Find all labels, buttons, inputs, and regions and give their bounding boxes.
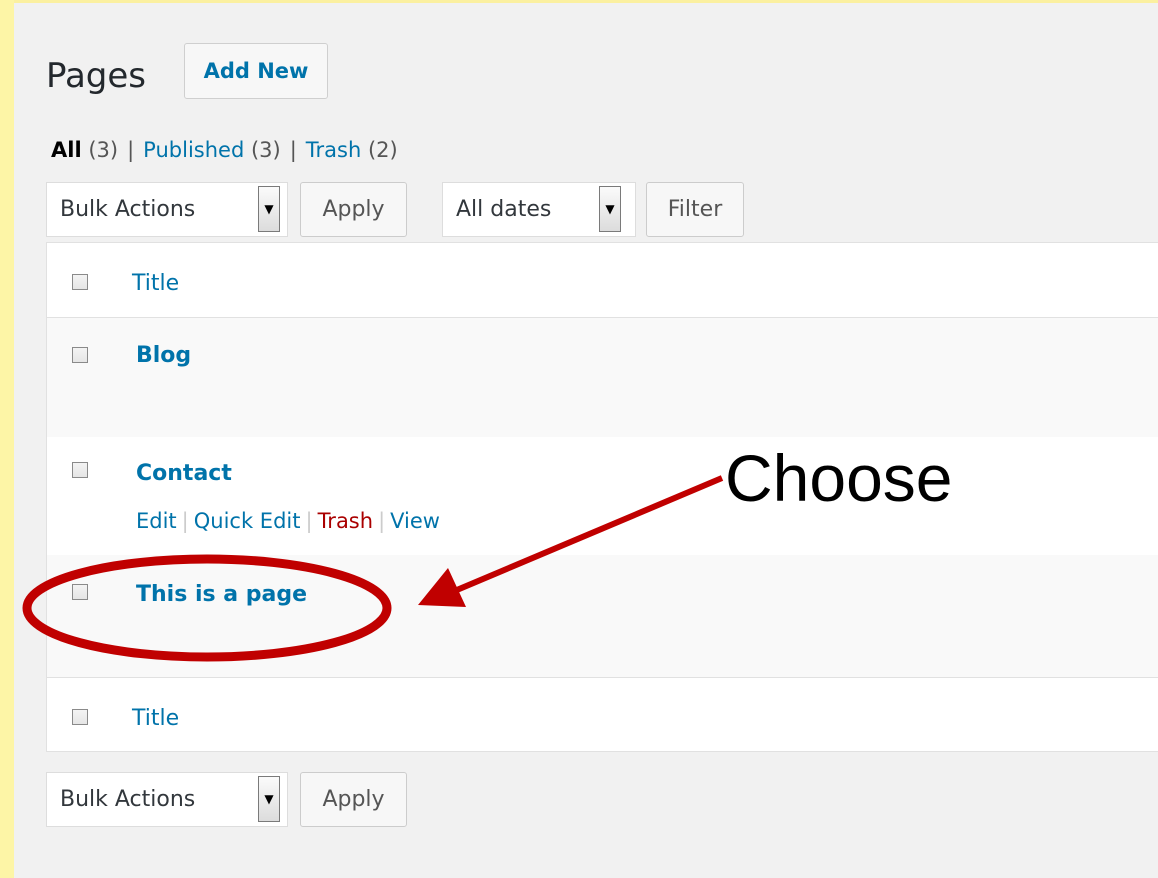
- annotation-label: Choose: [725, 441, 953, 515]
- highlight-circle: [22, 554, 392, 662]
- arrow-line: [443, 475, 724, 598]
- annotation-overlay: [22, 475, 724, 662]
